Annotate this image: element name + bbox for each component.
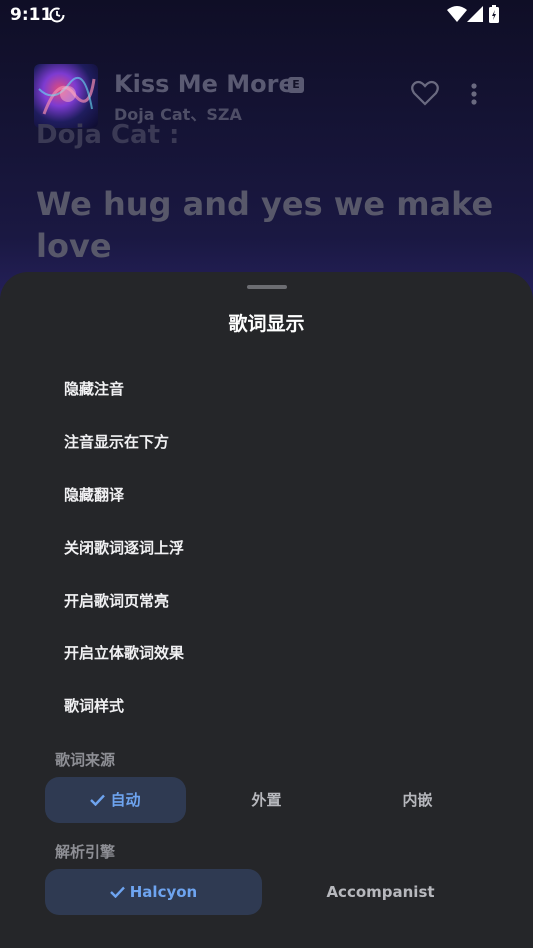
parse-engine-halcyon[interactable]: Halcyon bbox=[45, 869, 262, 915]
battery-charging-icon bbox=[489, 5, 499, 23]
lyrics-source-embedded-label: 内嵌 bbox=[402, 791, 433, 809]
option-keep-screen-on[interactable]: 开启歌词页常亮 bbox=[64, 590, 169, 611]
sheet-title: 歌词显示 bbox=[228, 313, 305, 335]
wifi-icon bbox=[447, 6, 467, 22]
option-hide-translation[interactable]: 隐藏翻译 bbox=[64, 484, 124, 505]
lyrics-source-auto-label: 自动 bbox=[110, 791, 141, 809]
lyric-current-line[interactable]: We hug and yes we make love bbox=[36, 183, 506, 267]
more-vertical-icon[interactable] bbox=[468, 82, 480, 106]
drag-handle[interactable] bbox=[247, 285, 287, 289]
lyric-previous-line: Doja Cat : bbox=[36, 120, 180, 150]
option-phonetic-below[interactable]: 注音显示在下方 bbox=[64, 431, 169, 452]
status-time: 9:11 bbox=[10, 5, 53, 25]
check-icon bbox=[109, 886, 125, 898]
heart-icon[interactable] bbox=[411, 80, 439, 106]
song-title: Kiss Me More bbox=[114, 70, 295, 98]
option-3d-lyrics[interactable]: 开启立体歌词效果 bbox=[64, 642, 184, 663]
album-art[interactable] bbox=[34, 64, 98, 128]
option-lyrics-style[interactable]: 歌词样式 bbox=[64, 695, 124, 716]
parse-engine-halcyon-label: Halcyon bbox=[129, 883, 198, 901]
album-art-image bbox=[38, 77, 96, 115]
lyrics-source-external[interactable]: 外置 bbox=[196, 777, 337, 823]
option-disable-word-float[interactable]: 关闭歌词逐词上浮 bbox=[64, 537, 184, 558]
lyrics-display-sheet: 歌词显示 隐藏注音 注音显示在下方 隐藏翻译 关闭歌词逐词上浮 开启歌词页常亮 … bbox=[0, 272, 533, 948]
lyrics-source-embedded[interactable]: 内嵌 bbox=[347, 777, 488, 823]
option-hide-phonetic[interactable]: 隐藏注音 bbox=[64, 378, 124, 399]
lyrics-source-label: 歌词来源 bbox=[55, 751, 116, 769]
explicit-badge: E bbox=[288, 77, 304, 93]
check-icon bbox=[90, 794, 106, 806]
lyrics-source-auto[interactable]: 自动 bbox=[45, 777, 186, 823]
parse-engine-label: 解析引擎 bbox=[55, 843, 116, 861]
parse-engine-accompanist[interactable]: Accompanist bbox=[272, 869, 489, 915]
lyrics-source-external-label: 外置 bbox=[251, 791, 282, 809]
status-bar: 9:11 bbox=[0, 0, 533, 30]
signal-icon bbox=[467, 6, 483, 22]
sync-icon bbox=[49, 7, 65, 23]
parse-engine-accompanist-label: Accompanist bbox=[326, 883, 435, 901]
